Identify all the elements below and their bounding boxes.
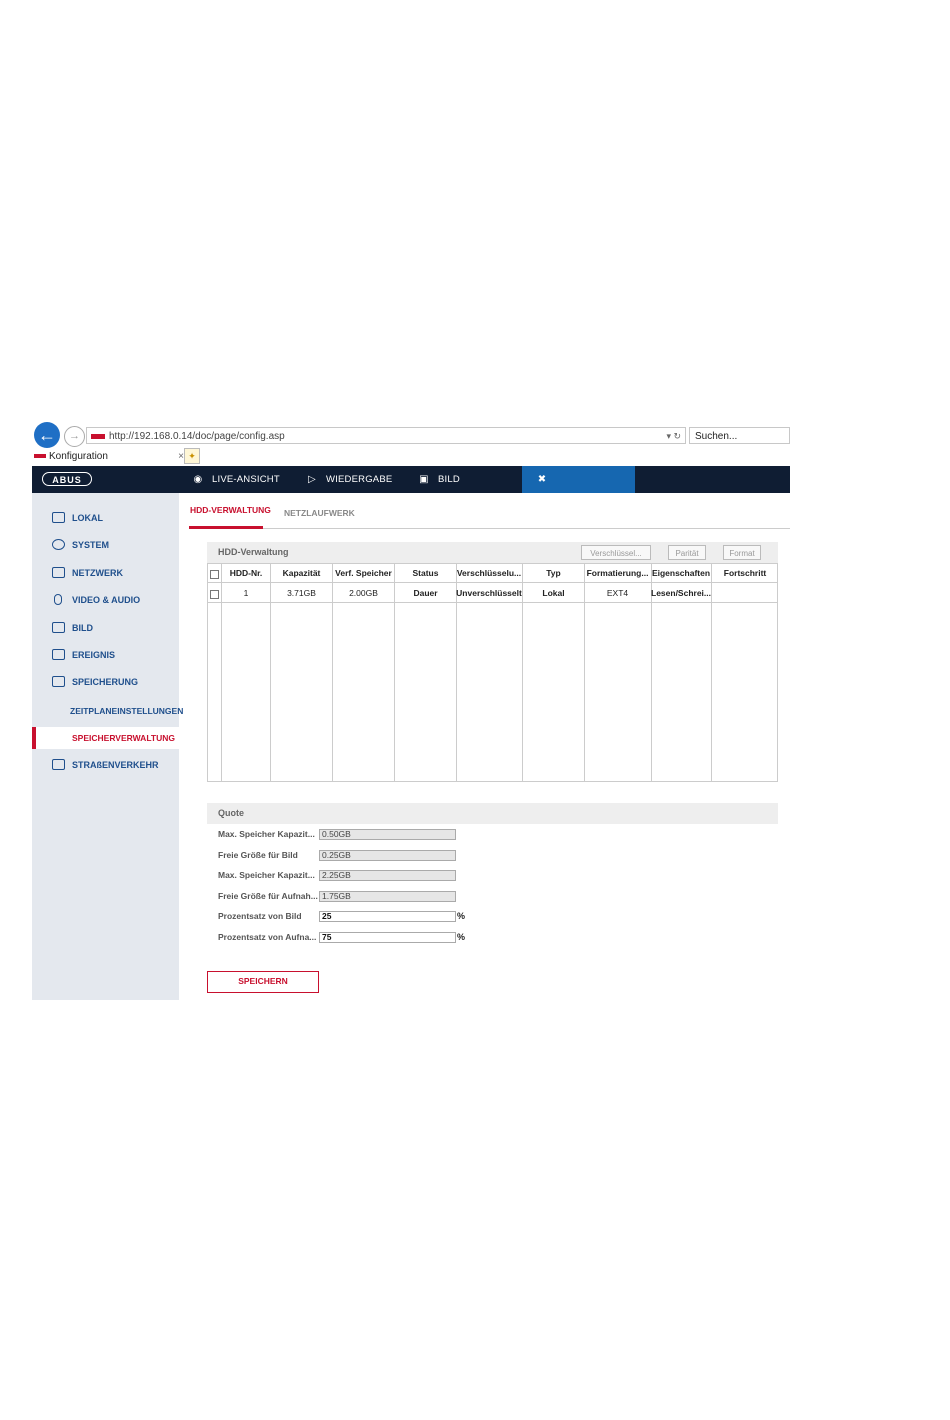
sidebar-item-video-audio[interactable]: VIDEO & AUDIO bbox=[32, 590, 179, 610]
tab-title: Konfiguration bbox=[49, 451, 108, 462]
cell-status: Dauer bbox=[413, 588, 438, 598]
sidebar-item-bild[interactable]: BILD bbox=[32, 618, 179, 638]
nav-konfiguration[interactable]: ✖KONFIGURATION bbox=[522, 466, 635, 512]
sidebar: LOKAL SYSTEM NETZWERK VIDEO & AUDIO BILD… bbox=[32, 493, 183, 1000]
save-button[interactable]: SPEICHERN bbox=[207, 971, 319, 993]
url-text: http://192.168.0.14/doc/page/config.asp bbox=[109, 431, 285, 442]
hdd-panel-title: HDD-Verwaltung bbox=[218, 547, 289, 557]
search-input[interactable]: Suchen... bbox=[689, 427, 790, 444]
nav-bild[interactable]: ▣ BILD bbox=[416, 466, 460, 493]
address-bar[interactable]: http://192.168.0.14/doc/page/config.asp … bbox=[86, 427, 686, 444]
site-favicon-icon bbox=[91, 433, 105, 439]
column-header: Typ bbox=[546, 568, 561, 578]
play-icon: ▷ bbox=[308, 474, 316, 485]
hdd-panel-header: HDD-Verwaltung Verschlüssel... Parität F… bbox=[207, 542, 778, 563]
abus-logo: ABUS bbox=[42, 472, 92, 486]
refresh-icon[interactable]: ▾ ↻ bbox=[666, 428, 681, 445]
forward-arrow-icon[interactable]: → bbox=[64, 426, 85, 447]
column-header: Fortschritt bbox=[723, 568, 767, 578]
column-header: Status bbox=[412, 568, 439, 578]
browser-chrome: ← → http://192.168.0.14/doc/page/config.… bbox=[32, 420, 790, 466]
format-button[interactable]: Format bbox=[723, 545, 761, 560]
column-header: Kapazität bbox=[282, 568, 321, 578]
quota-label: Max. Speicher Kapazit... bbox=[218, 829, 315, 839]
cell-verschluesselung: Unverschlüsselt bbox=[456, 588, 522, 598]
sidebar-item-ereignis[interactable]: EREIGNIS bbox=[32, 645, 179, 665]
column-header: Formatierung... bbox=[586, 568, 649, 578]
select-all-checkbox[interactable] bbox=[210, 570, 219, 579]
sidebar-item-lokal[interactable]: LOKAL bbox=[32, 508, 179, 528]
column-header: Verf. Speicher bbox=[335, 568, 392, 578]
table-row-divider bbox=[207, 602, 778, 603]
column-divider bbox=[711, 563, 712, 782]
row-checkbox[interactable] bbox=[210, 590, 219, 599]
active-tab-indicator bbox=[189, 526, 263, 529]
traffic-search-icon bbox=[52, 759, 65, 770]
browser-tab[interactable]: Konfiguration × bbox=[34, 448, 184, 466]
tab-netzlaufwerk[interactable]: NETZLAUFWERK bbox=[284, 508, 355, 518]
percent-recording-input[interactable]: 75 bbox=[319, 932, 456, 943]
sidebar-item-netzwerk[interactable]: NETZWERK bbox=[32, 563, 179, 583]
max-capacity-image-field: 0.50GB bbox=[319, 829, 456, 840]
tab-favicon-icon bbox=[34, 454, 46, 459]
sidebar-item-strassenverkehr[interactable]: STRAßENVERKEHR bbox=[32, 755, 179, 775]
max-capacity-recording-field: 2.25GB bbox=[319, 870, 456, 881]
sidebar-item-system[interactable]: SYSTEM bbox=[32, 535, 179, 555]
sidebar-subitem-speicherverwaltung[interactable]: SPEICHERVERWALTUNG bbox=[32, 727, 179, 749]
cell-verf-speicher: 2.00GB bbox=[349, 588, 378, 598]
free-size-image-field: 0.25GB bbox=[319, 850, 456, 861]
column-header: Verschlüsselu... bbox=[456, 568, 522, 578]
cell-typ: Lokal bbox=[542, 588, 565, 598]
eye-icon: ◉ bbox=[193, 474, 203, 485]
cell-eigenschaften: Lesen/Schrei... bbox=[651, 588, 711, 598]
microphone-icon bbox=[54, 594, 62, 605]
percent-unit: % bbox=[457, 911, 466, 921]
cell-formatierung: EXT4 bbox=[606, 588, 629, 598]
quota-label: Freie Größe für Bild bbox=[218, 850, 298, 860]
cell-kapazitaet: 3.71GB bbox=[287, 588, 316, 598]
free-size-recording-field: 1.75GB bbox=[319, 891, 456, 902]
calendar-icon bbox=[52, 649, 65, 660]
quota-panel-title: Quote bbox=[218, 808, 244, 818]
monitor-icon bbox=[52, 512, 65, 523]
cell-hdd-nr: 1 bbox=[243, 588, 249, 598]
nav-wiedergabe[interactable]: ▷ WIEDERGABE bbox=[304, 466, 392, 493]
image-icon bbox=[52, 622, 65, 633]
tab-hdd-verwaltung[interactable]: HDD-VERWALTUNG bbox=[190, 505, 271, 515]
sidebar-item-speicherung[interactable]: SPEICHERUNG bbox=[32, 672, 179, 692]
floppy-icon bbox=[52, 676, 65, 687]
tools-icon: ✖ bbox=[537, 474, 547, 485]
quota-panel-header: Quote bbox=[207, 803, 778, 824]
table-header-divider bbox=[207, 582, 778, 583]
network-icon bbox=[52, 567, 65, 578]
quota-label: Prozentsatz von Bild bbox=[218, 911, 302, 921]
quota-label: Max. Speicher Kapazit... bbox=[218, 870, 315, 880]
percent-unit: % bbox=[457, 932, 466, 942]
tab-divider bbox=[189, 528, 790, 529]
nav-live-ansicht[interactable]: ◉ LIVE-ANSICHT bbox=[190, 466, 280, 493]
new-tab-icon[interactable]: ✦ bbox=[184, 448, 200, 464]
column-header: HDD-Nr. bbox=[229, 568, 263, 578]
back-arrow-icon[interactable]: ← bbox=[34, 422, 60, 448]
parity-button[interactable]: Parität bbox=[668, 545, 706, 560]
encrypt-button[interactable]: Verschlüssel... bbox=[581, 545, 651, 560]
column-header: Eigenschaften bbox=[651, 568, 711, 578]
top-navigation: ABUS ◉ LIVE-ANSICHT ▷ WIEDERGABE ▣ BILD ✖KO… bbox=[32, 466, 790, 512]
percent-image-input[interactable]: 25 bbox=[319, 911, 456, 922]
gear-icon bbox=[52, 539, 65, 550]
sidebar-subitem-zeitplaneinstellungen[interactable]: ZEITPLANEINSTELLUNGEN bbox=[32, 700, 217, 722]
quota-label: Freie Größe für Aufnah... bbox=[218, 891, 318, 901]
image-icon: ▣ bbox=[419, 474, 429, 485]
quota-label: Prozentsatz von Aufna... bbox=[218, 932, 317, 942]
